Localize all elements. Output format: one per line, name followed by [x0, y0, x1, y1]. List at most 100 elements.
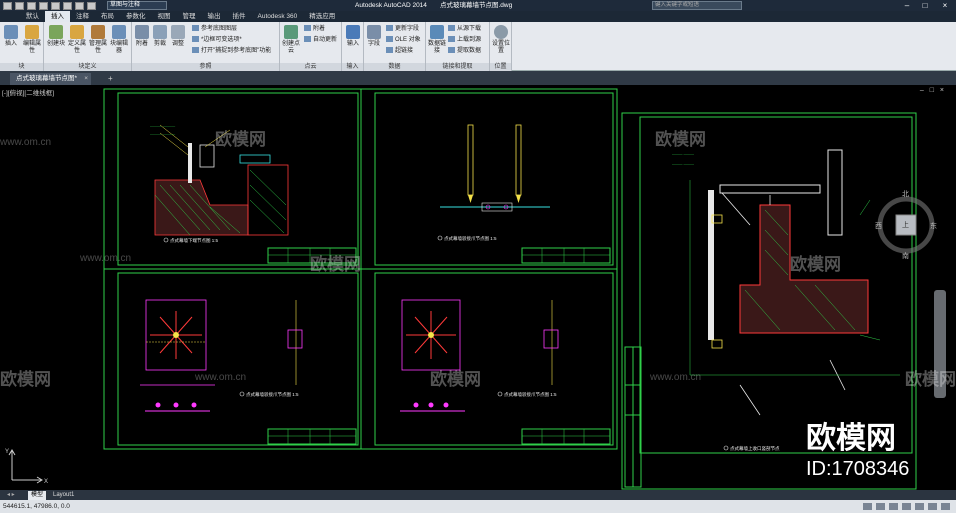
hyperlink-button[interactable]: 超链接 — [386, 47, 413, 55]
point-cloud-attach-button[interactable]: 附着 — [304, 25, 325, 33]
point-cloud-icon — [284, 25, 298, 39]
compass-east[interactable]: 东 — [930, 221, 937, 231]
hyperlink-icon — [386, 47, 393, 53]
panel-linking: 数据链接 从源下载 上载到源 提取数据 链接和提取 — [426, 22, 490, 71]
watermark-id: ID:1708346 — [806, 458, 910, 480]
clip-button[interactable]: 剪裁 — [150, 25, 170, 48]
close-icon[interactable]: × — [936, 0, 954, 11]
frame-icon — [192, 36, 199, 42]
print-icon[interactable] — [63, 1, 72, 10]
compass-west[interactable]: 西 — [875, 221, 882, 231]
create-point-cloud-button[interactable]: 创建点云 — [281, 25, 301, 55]
tab-nav-arrows[interactable]: ◂ ▸ — [4, 491, 18, 500]
tab-view[interactable]: 视图 — [152, 11, 177, 22]
tab-manage[interactable]: 管理 — [177, 11, 202, 22]
status-bar: 544615.1, 47986.0, 0.0 — [0, 500, 956, 513]
tab-annotate[interactable]: 注释 — [70, 11, 95, 22]
tab-home[interactable]: 默认 — [20, 11, 45, 22]
detail-title-4: 点式幕墙驳接爪节点图 1:5 — [504, 391, 557, 398]
close-tab-icon[interactable]: × — [84, 73, 88, 85]
detail-title-3: 点式幕墙驳接爪节点图 1:5 — [246, 391, 299, 398]
watermark-url: www.om.cn — [80, 253, 132, 264]
adjust-button[interactable]: 调整 — [168, 25, 188, 48]
create-block-icon — [49, 25, 63, 39]
watermark-brand: 欧模网 — [215, 130, 266, 149]
watermark-url: www.om.cn — [650, 372, 702, 383]
panel-block: 插入 编辑属性 块 — [0, 22, 44, 71]
attach-icon — [135, 25, 149, 39]
globe-icon — [494, 25, 508, 39]
manage-attribute-button[interactable]: 管理属性 — [88, 25, 108, 55]
data-link-button[interactable]: 数据链接 — [427, 25, 447, 55]
new-tab-icon[interactable]: + — [108, 75, 116, 83]
frame-variable-button[interactable]: *边框可变选项* — [192, 36, 242, 44]
new-icon[interactable] — [15, 1, 24, 10]
tab-insert[interactable]: 插入 — [45, 11, 70, 22]
maximize-icon[interactable]: □ — [916, 0, 934, 11]
field-button[interactable]: 字段 — [364, 25, 384, 48]
attach-button[interactable]: 附着 — [132, 25, 152, 48]
file-tab[interactable]: 点式玻璃幕墙节点图* × — [10, 73, 92, 85]
viewcube-face-top[interactable]: 上 — [902, 220, 909, 230]
svg-text:——— ———: ——— ——— — [672, 152, 694, 156]
viewcube[interactable]: 北 南 东 西 上 — [874, 185, 938, 265]
detail-claw-plan-1: 点式幕墙驳接爪节点图 1:5 — [140, 299, 303, 412]
block-editor-button[interactable]: 块编辑器 — [109, 25, 129, 55]
edit-attribute-button[interactable]: 编辑属性 — [22, 25, 42, 55]
compass-south[interactable]: 南 — [902, 251, 909, 261]
tab-featured-apps[interactable]: 精选应用 — [303, 11, 341, 22]
grid-toggle-icon[interactable] — [876, 503, 885, 510]
update-fields-icon — [386, 25, 393, 31]
svg-text:——— ———: ——— ——— — [150, 123, 175, 128]
tab-layout[interactable]: 布局 — [95, 11, 120, 22]
insert-block-button[interactable]: 插入 — [1, 25, 21, 48]
download-source-button[interactable]: 从源下载 — [448, 25, 481, 33]
polar-toggle-icon[interactable] — [902, 503, 911, 510]
compass-north[interactable]: 北 — [902, 189, 909, 199]
tab-output[interactable]: 输出 — [202, 11, 227, 22]
minimize-icon[interactable]: – — [898, 0, 916, 11]
upload-source-button[interactable]: 上载到源 — [448, 36, 481, 44]
block-editor-icon — [112, 25, 126, 39]
tab-model[interactable]: 模型 — [28, 491, 47, 500]
search-input[interactable]: 键入关键字或短语 — [652, 1, 742, 10]
watermark-url: www.om.cn — [195, 372, 247, 383]
fullscreen-icon[interactable] — [941, 503, 950, 510]
save-as-icon[interactable] — [51, 1, 60, 10]
tab-plugins[interactable]: 插件 — [227, 11, 252, 22]
create-block-button[interactable]: 创建块 — [46, 25, 66, 48]
workspace-switch-icon[interactable] — [928, 503, 937, 510]
manage-attribute-icon — [91, 25, 105, 39]
define-attribute-icon — [70, 25, 84, 39]
upload-icon — [448, 36, 455, 42]
extract-data-button[interactable]: 提取数据 — [448, 47, 481, 55]
define-attribute-button[interactable]: 定义属性 — [67, 25, 87, 55]
osnap-toggle-icon[interactable] — [915, 503, 924, 510]
import-button[interactable]: 输入 — [343, 25, 363, 48]
watermark-brand: 欧模网 — [905, 370, 956, 389]
tab-autodesk-360[interactable]: Autodesk 360 — [252, 11, 304, 22]
undo-icon[interactable] — [75, 1, 84, 10]
open-icon[interactable] — [27, 1, 36, 10]
tab-layout1[interactable]: Layout1 — [50, 491, 77, 500]
detail-title-2: 点式幕墙驳接爪节点图 1:5 — [444, 235, 497, 242]
app-title: Autodesk AutoCAD 2014 — [355, 2, 427, 9]
save-icon[interactable] — [39, 1, 48, 10]
panel-title: 输入 — [342, 63, 363, 71]
set-location-button[interactable]: 设置位置 — [491, 25, 511, 55]
tab-parametric[interactable]: 参数化 — [120, 11, 152, 22]
ortho-toggle-icon[interactable] — [889, 503, 898, 510]
snap-underlay-button[interactable]: 打开"捕捉到参考底图"功能 — [192, 47, 271, 55]
auto-update-button[interactable]: 自动更新 — [304, 36, 337, 44]
panel-data: 字段 更新字段 OLE 对象 超链接 数据 — [364, 22, 426, 71]
redo-icon[interactable] — [87, 1, 96, 10]
detail-claw-elevation: 点式幕墙驳接爪节点图 1:5 — [437, 124, 550, 242]
workspace-select[interactable]: 草图与注释 — [107, 1, 167, 10]
ribbon-tabs: 默认 插入 注释 布局 参数化 视图 管理 输出 插件 Autodesk 360… — [0, 11, 956, 22]
import-icon — [346, 25, 360, 39]
update-fields-button[interactable]: 更新字段 — [386, 25, 419, 33]
underlay-layers-button[interactable]: 参考底图图层 — [192, 25, 237, 33]
app-menu-icon[interactable] — [3, 1, 12, 10]
ole-object-button[interactable]: OLE 对象 — [386, 36, 421, 44]
snap-toggle-icon[interactable] — [863, 503, 872, 510]
